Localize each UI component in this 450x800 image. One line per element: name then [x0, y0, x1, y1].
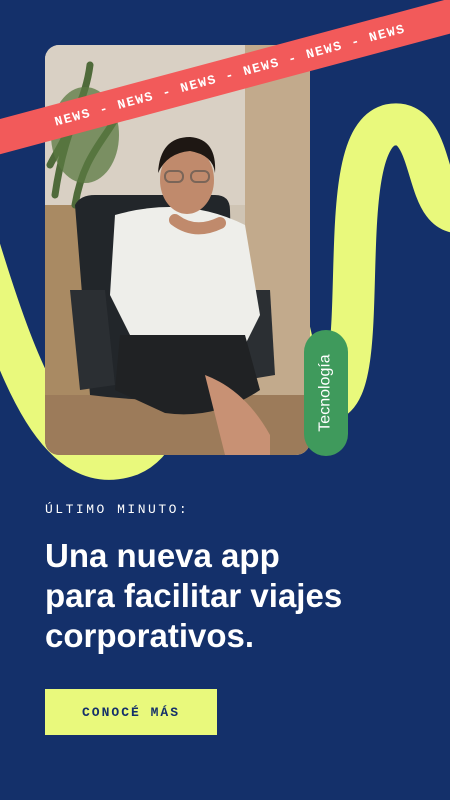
news-story-card: NEWS - NEWS - NEWS - NEWS - NEWS - NEWS …	[0, 0, 450, 800]
kicker-label: ÚLTIMO MINUTO:	[45, 502, 190, 517]
headline-line: Una nueva app	[45, 537, 280, 574]
category-tag[interactable]: Tecnología	[304, 330, 348, 456]
headline-line: corporativos.	[45, 617, 255, 654]
learn-more-label: CONOCÉ MÁS	[81, 704, 180, 720]
headline: Una nueva app para facilitar viajes corp…	[45, 536, 425, 656]
learn-more-button[interactable]: CONOCÉ MÁS	[45, 689, 217, 735]
headline-line: para facilitar viajes	[45, 577, 343, 614]
category-tag-label: Tecnología	[317, 354, 335, 432]
